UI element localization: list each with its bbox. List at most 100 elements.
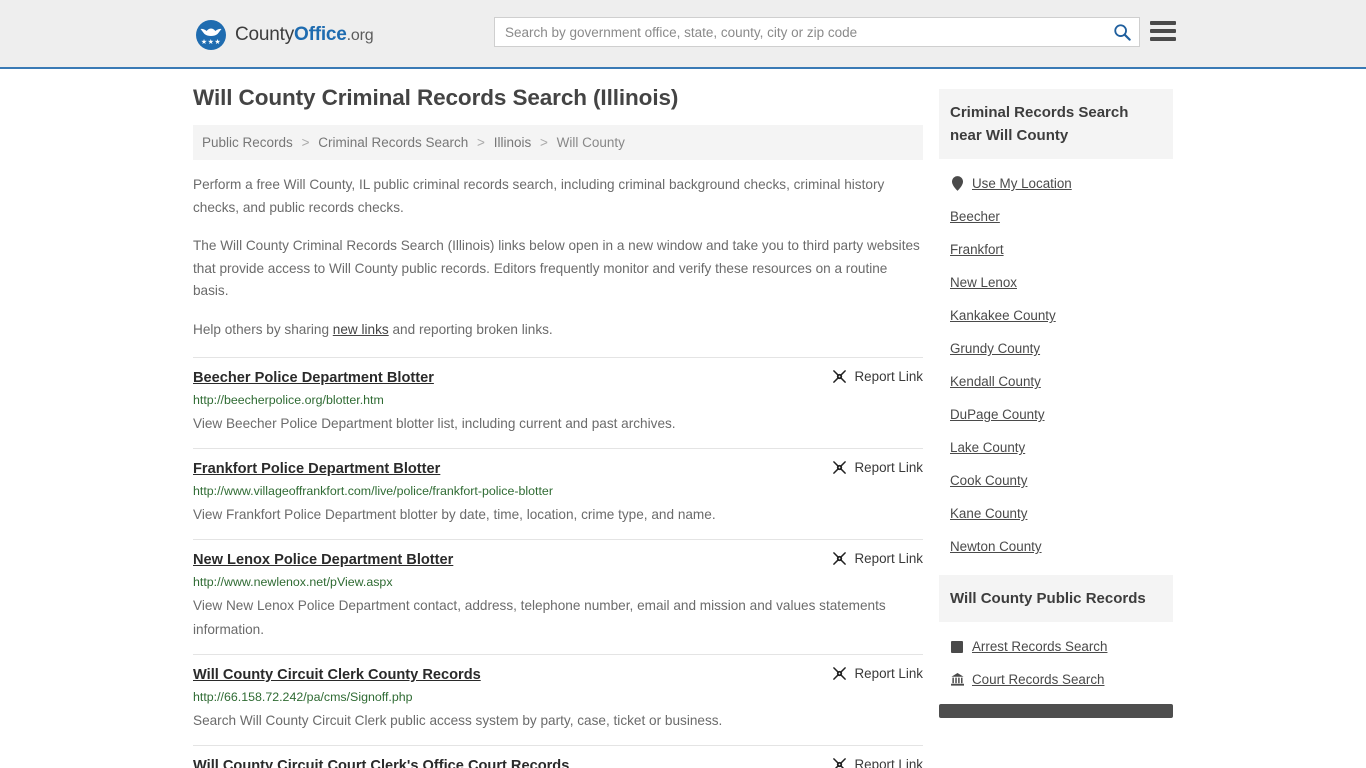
- sidebar-item-court-records-search[interactable]: Court Records Search: [939, 663, 1173, 696]
- breadcrumb-separator: >: [539, 135, 548, 150]
- sidebar-item-newton-county[interactable]: Newton County: [939, 530, 1173, 563]
- sidebar-item-dupage-county[interactable]: DuPage County: [939, 398, 1173, 431]
- sidebar-link[interactable]: Court Records Search: [972, 672, 1104, 687]
- sidebar-link[interactable]: Grundy County: [950, 341, 1040, 356]
- sidebar-heading-nearby: Criminal Records Search near Will County: [939, 89, 1173, 159]
- site-logo[interactable]: ★★★ CountyOffice.org: [196, 20, 374, 50]
- breadcrumb-item-public-records[interactable]: Public Records: [202, 135, 293, 150]
- result-title-link[interactable]: Beecher Police Department Blotter: [193, 368, 434, 388]
- share-text-before: Help others by sharing: [193, 321, 333, 337]
- result-title-link[interactable]: New Lenox Police Department Blotter: [193, 550, 453, 570]
- sidebar-link[interactable]: Beecher: [950, 209, 1000, 224]
- sidebar-item-frankfort[interactable]: Frankfort: [939, 233, 1173, 266]
- sidebar-item-arrest-records-search[interactable]: Arrest Records Search: [939, 630, 1173, 663]
- intro-paragraph-1: Perform a free Will County, IL public cr…: [193, 177, 885, 215]
- sidebar-item-cook-county[interactable]: Cook County: [939, 464, 1173, 497]
- intro-paragraph-2: The Will County Criminal Records Search …: [193, 238, 920, 298]
- search-bar[interactable]: [494, 17, 1140, 47]
- breadcrumb: Public Records > Criminal Records Search…: [193, 125, 923, 160]
- sidebar-link[interactable]: Kankakee County: [950, 308, 1056, 323]
- report-link-button[interactable]: Report Link: [832, 757, 923, 768]
- report-link-button[interactable]: Report Link: [832, 666, 923, 681]
- sidebar-link[interactable]: Arrest Records Search: [972, 639, 1107, 654]
- share-text-after: and reporting broken links.: [388, 321, 553, 337]
- sidebar-link[interactable]: New Lenox: [950, 275, 1017, 290]
- result-description: Search Will County Circuit Clerk public …: [193, 713, 723, 728]
- broken-link-icon: [832, 667, 846, 680]
- sidebar-item-grundy-county[interactable]: Grundy County: [939, 332, 1173, 365]
- breadcrumb-separator: >: [301, 135, 310, 150]
- report-link-label: Report Link: [854, 460, 923, 475]
- use-my-location-link[interactable]: Use My Location: [972, 176, 1072, 191]
- new-links-link[interactable]: new links: [333, 322, 389, 337]
- sidebar-item-new-lenox[interactable]: New Lenox: [939, 266, 1173, 299]
- result-description: View Frankfort Police Department blotter…: [193, 507, 716, 522]
- page-body: Will County Criminal Records Search (Ill…: [0, 69, 1366, 768]
- brand-county: County: [235, 24, 295, 45]
- sidebar-link[interactable]: Kane County: [950, 506, 1027, 521]
- sidebar-link[interactable]: Newton County: [950, 539, 1042, 554]
- breadcrumb-item-will-county: Will County: [556, 135, 625, 150]
- result-description: View New Lenox Police Department contact…: [193, 598, 886, 637]
- broken-link-icon: [832, 370, 846, 383]
- brand-office: Office: [294, 24, 347, 45]
- hamburger-bar: [1150, 21, 1176, 25]
- sidebar-item-kankakee-county[interactable]: Kankakee County: [939, 299, 1173, 332]
- sidebar-heading-public-records: Will County Public Records: [939, 575, 1173, 622]
- sidebar-item-kendall-county[interactable]: Kendall County: [939, 365, 1173, 398]
- broken-link-icon: [832, 552, 846, 565]
- brand-org: .org: [346, 27, 374, 44]
- breadcrumb-item-illinois[interactable]: Illinois: [494, 135, 532, 150]
- site-header: ★★★ CountyOffice.org: [0, 0, 1366, 69]
- brand-text: CountyOffice.org: [235, 24, 374, 46]
- main-content: Will County Criminal Records Search (Ill…: [193, 69, 923, 768]
- result-item: Will County Circuit Clerk County Records…: [193, 654, 923, 745]
- search-button[interactable]: [1105, 18, 1139, 46]
- report-link-label: Report Link: [854, 757, 923, 768]
- sidebar-item-use-my-location[interactable]: Use My Location: [939, 167, 1173, 200]
- result-item: New Lenox Police Department Blotter Repo…: [193, 539, 923, 654]
- result-title-link[interactable]: Will County Circuit Clerk County Records: [193, 665, 481, 685]
- sidebar-item-beecher[interactable]: Beecher: [939, 200, 1173, 233]
- result-title-link[interactable]: Frankfort Police Department Blotter: [193, 459, 440, 479]
- courthouse-icon: [950, 673, 964, 686]
- breadcrumb-item-criminal-records-search[interactable]: Criminal Records Search: [318, 135, 468, 150]
- stars-icon: ★★★: [200, 39, 222, 46]
- report-link-button[interactable]: Report Link: [832, 369, 923, 384]
- sidebar-dark-bar: [939, 704, 1173, 718]
- sidebar-item-kane-county[interactable]: Kane County: [939, 497, 1173, 530]
- eagle-icon: [200, 28, 222, 36]
- page-title: Will County Criminal Records Search (Ill…: [193, 85, 679, 110]
- sidebar-link[interactable]: DuPage County: [950, 407, 1045, 422]
- sidebar-link[interactable]: Kendall County: [950, 374, 1041, 389]
- result-url[interactable]: http://www.villageoffrankfort.com/live/p…: [193, 482, 923, 500]
- report-link-label: Report Link: [854, 369, 923, 384]
- result-description: View Beecher Police Department blotter l…: [193, 416, 676, 431]
- broken-link-icon: [832, 758, 846, 768]
- report-link-label: Report Link: [854, 666, 923, 681]
- result-item: Will County Circuit Court Clerk's Office…: [193, 745, 923, 768]
- search-input[interactable]: [495, 18, 1105, 46]
- hamburger-bar: [1150, 37, 1176, 41]
- sidebar-link[interactable]: Cook County: [950, 473, 1027, 488]
- report-link-label: Report Link: [854, 551, 923, 566]
- result-item: Frankfort Police Department Blotter Repo…: [193, 448, 923, 539]
- sidebar-item-lake-county[interactable]: Lake County: [939, 431, 1173, 464]
- result-url[interactable]: http://66.158.72.242/pa/cms/Signoff.php: [193, 688, 923, 706]
- result-url[interactable]: http://beecherpolice.org/blotter.htm: [193, 391, 923, 409]
- intro-paragraph-3: Help others by sharing new links and rep…: [193, 319, 923, 342]
- result-url[interactable]: http://www.newlenox.net/pView.aspx: [193, 573, 923, 591]
- sidebar-link[interactable]: Lake County: [950, 440, 1025, 455]
- report-link-button[interactable]: Report Link: [832, 551, 923, 566]
- fingerprint-card-icon: [950, 640, 964, 653]
- broken-link-icon: [832, 461, 846, 474]
- hamburger-menu-icon[interactable]: [1150, 21, 1176, 41]
- result-title-link[interactable]: Will County Circuit Court Clerk's Office…: [193, 756, 569, 768]
- search-icon: [1114, 24, 1131, 41]
- map-pin-icon: [950, 176, 964, 191]
- county-office-logo-icon: ★★★: [196, 20, 226, 50]
- sidebar-link[interactable]: Frankfort: [950, 242, 1004, 257]
- report-link-button[interactable]: Report Link: [832, 460, 923, 475]
- breadcrumb-separator: >: [477, 135, 485, 150]
- result-item: Beecher Police Department Blotter Report…: [193, 357, 923, 448]
